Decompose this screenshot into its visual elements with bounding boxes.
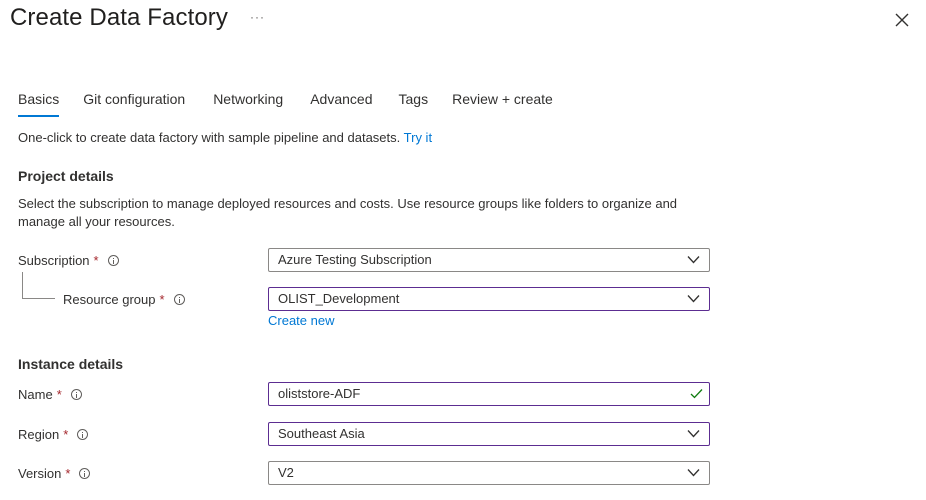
chevron-down-icon [687, 295, 700, 303]
tab-git-configuration[interactable]: Git configuration [83, 90, 185, 116]
page-title: Create Data Factory [10, 4, 228, 31]
version-dropdown[interactable]: V2 [268, 461, 710, 485]
region-value: Southeast Asia [278, 426, 365, 441]
resource-group-dropdown[interactable]: OLIST_Development [268, 287, 710, 311]
required-marker: * [56, 387, 62, 402]
chevron-down-icon [687, 469, 700, 477]
version-label: Version * [18, 466, 91, 481]
intro-message: One-click to create data factory with sa… [18, 130, 401, 145]
region-label: Region * [18, 427, 89, 442]
project-details-description: Select the subscription to manage deploy… [18, 196, 678, 229]
name-value: oliststore-ADF [278, 386, 361, 401]
resource-group-label: Resource group * [63, 292, 185, 307]
resource-group-value: OLIST_Development [278, 291, 400, 306]
name-input[interactable]: oliststore-ADF [268, 382, 710, 406]
tree-connector-horizontal [22, 298, 55, 299]
region-dropdown[interactable]: Southeast Asia [268, 422, 710, 446]
try-it-link[interactable]: Try it [404, 130, 432, 145]
tab-advanced[interactable]: Advanced [310, 90, 372, 116]
subscription-value: Azure Testing Subscription [278, 252, 432, 267]
intro-text: One-click to create data factory with sa… [18, 130, 432, 145]
resource-group-label-text: Resource group [63, 292, 156, 307]
tab-tags[interactable]: Tags [399, 90, 429, 116]
tab-networking[interactable]: Networking [213, 90, 283, 116]
name-label: Name * [18, 387, 82, 402]
info-icon[interactable] [173, 294, 185, 305]
tab-basics[interactable]: Basics [18, 90, 60, 117]
tab-bar: Basics Git configuration Networking Adva… [18, 90, 577, 118]
chevron-down-icon [687, 430, 700, 438]
version-label-text: Version [18, 466, 62, 481]
region-label-text: Region [18, 427, 60, 442]
required-marker: * [93, 253, 99, 268]
required-marker: * [65, 466, 71, 481]
tree-connector-vertical [22, 272, 23, 298]
version-value: V2 [278, 465, 294, 480]
tab-review-create[interactable]: Review + create [452, 90, 553, 116]
instance-details-heading: Instance details [18, 356, 124, 372]
project-details-heading: Project details [18, 168, 114, 184]
close-icon[interactable] [894, 12, 910, 28]
info-icon[interactable] [77, 429, 89, 440]
info-icon[interactable] [79, 468, 91, 479]
subscription-label-text: Subscription [18, 253, 90, 268]
info-icon[interactable] [70, 389, 82, 400]
more-options-button[interactable]: ··· [250, 10, 265, 24]
chevron-down-icon [687, 256, 700, 264]
create-new-link[interactable]: Create new [268, 313, 334, 328]
required-marker: * [63, 427, 69, 442]
name-label-text: Name [18, 387, 53, 402]
subscription-label: Subscription * [18, 253, 119, 268]
subscription-dropdown[interactable]: Azure Testing Subscription [268, 248, 710, 272]
checkmark-icon [690, 389, 703, 399]
info-icon[interactable] [107, 255, 119, 266]
required-marker: * [159, 292, 165, 307]
